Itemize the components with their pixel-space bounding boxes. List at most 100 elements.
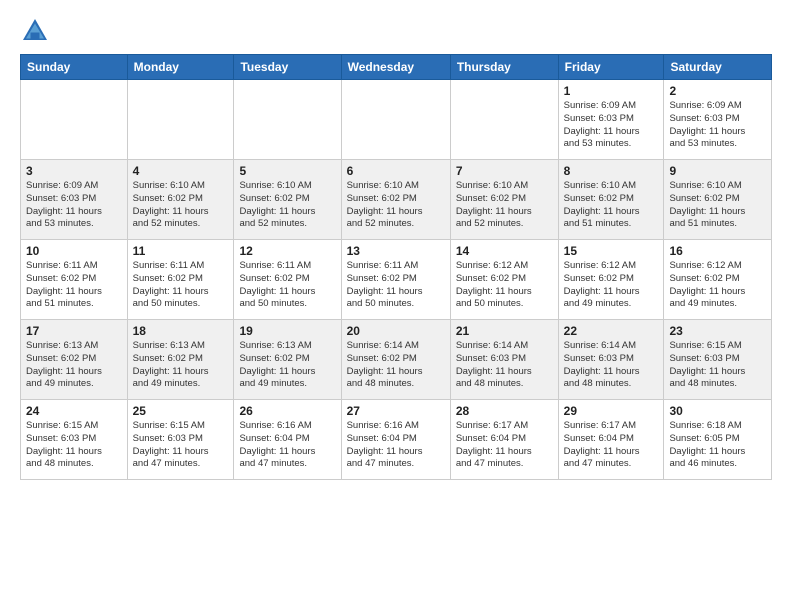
day-number: 21 — [456, 324, 553, 338]
day-number: 1 — [564, 84, 659, 98]
calendar-cell-week5-day4: 28 Sunrise: 6:17 AM Sunset: 6:04 PM Dayli… — [450, 400, 558, 480]
day-info: Sunrise: 6:09 AM Sunset: 6:03 PM Dayligh… — [669, 100, 766, 151]
calendar-cell-week5-day2: 26 Sunrise: 6:16 AM Sunset: 6:04 PM Dayli… — [234, 400, 341, 480]
day-info: Sunrise: 6:10 AM Sunset: 6:02 PM Dayligh… — [564, 180, 659, 231]
calendar-cell-week3-day1: 11 Sunrise: 6:11 AM Sunset: 6:02 PM Dayli… — [127, 240, 234, 320]
day-number: 19 — [239, 324, 335, 338]
day-info: Sunrise: 6:17 AM Sunset: 6:04 PM Dayligh… — [456, 420, 553, 471]
day-info: Sunrise: 6:14 AM Sunset: 6:03 PM Dayligh… — [564, 340, 659, 391]
calendar-cell-week2-day2: 5Sunrise: 6:10 AM Sunset: 6:02 PM Daylig… — [234, 160, 341, 240]
calendar-cell-week2-day6: 9 Sunrise: 6:10 AM Sunset: 6:02 PM Daylig… — [664, 160, 772, 240]
day-number: 9 — [669, 164, 766, 178]
calendar-cell-week4-day0: 17 Sunrise: 6:13 AM Sunset: 6:02 PM Dayli… — [21, 320, 128, 400]
day-number: 4 — [133, 164, 229, 178]
calendar-week-3: 10 Sunrise: 6:11 AM Sunset: 6:02 PM Dayli… — [21, 240, 772, 320]
calendar-cell-week5-day5: 29 Sunrise: 6:17 AM Sunset: 6:04 PM Dayli… — [558, 400, 664, 480]
day-number: 3 — [26, 164, 122, 178]
calendar-cell-week5-day0: 24 Sunrise: 6:15 AM Sunset: 6:03 PM Dayli… — [21, 400, 128, 480]
day-info: Sunrise: 6:14 AM Sunset: 6:02 PM Dayligh… — [347, 340, 445, 391]
day-number: 20 — [347, 324, 445, 338]
day-info: Sunrise: 6:15 AM Sunset: 6:03 PM Dayligh… — [669, 340, 766, 391]
day-info: Sunrise: 6:10 AM Sunset: 6:02 PM Dayligh… — [347, 180, 445, 231]
calendar-cell-week3-day3: 13Sunrise: 6:11 AM Sunset: 6:02 PM Dayli… — [341, 240, 450, 320]
calendar-cell-week1-day3 — [341, 80, 450, 160]
weekday-header-sunday: Sunday — [21, 55, 128, 80]
day-info: Sunrise: 6:13 AM Sunset: 6:02 PM Dayligh… — [239, 340, 335, 391]
day-info: Sunrise: 6:10 AM Sunset: 6:02 PM Dayligh… — [456, 180, 553, 231]
calendar-cell-week3-day5: 15 Sunrise: 6:12 AM Sunset: 6:02 PM Dayli… — [558, 240, 664, 320]
weekday-header-tuesday: Tuesday — [234, 55, 341, 80]
day-number: 18 — [133, 324, 229, 338]
day-info: Sunrise: 6:15 AM Sunset: 6:03 PM Dayligh… — [133, 420, 229, 471]
calendar-week-1: 1 Sunrise: 6:09 AM Sunset: 6:03 PM Daylig… — [21, 80, 772, 160]
calendar-week-5: 24 Sunrise: 6:15 AM Sunset: 6:03 PM Dayli… — [21, 400, 772, 480]
calendar-cell-week3-day2: 12 Sunrise: 6:11 AM Sunset: 6:02 PM Dayli… — [234, 240, 341, 320]
calendar-cell-week4-day6: 23 Sunrise: 6:15 AM Sunset: 6:03 PM Dayli… — [664, 320, 772, 400]
day-number: 28 — [456, 404, 553, 418]
day-info: Sunrise: 6:09 AM Sunset: 6:03 PM Dayligh… — [564, 100, 659, 151]
day-info: Sunrise: 6:11 AM Sunset: 6:02 PM Dayligh… — [347, 260, 445, 311]
calendar-cell-week3-day4: 14 Sunrise: 6:12 AM Sunset: 6:02 PM Dayli… — [450, 240, 558, 320]
calendar-cell-week2-day4: 7 Sunrise: 6:10 AM Sunset: 6:02 PM Daylig… — [450, 160, 558, 240]
calendar-cell-week3-day0: 10 Sunrise: 6:11 AM Sunset: 6:02 PM Dayli… — [21, 240, 128, 320]
calendar-cell-week4-day1: 18 Sunrise: 6:13 AM Sunset: 6:02 PM Dayli… — [127, 320, 234, 400]
day-number: 7 — [456, 164, 553, 178]
day-number: 17 — [26, 324, 122, 338]
weekday-header-wednesday: Wednesday — [341, 55, 450, 80]
day-number: 16 — [669, 244, 766, 258]
day-number: 27 — [347, 404, 445, 418]
day-info: Sunrise: 6:10 AM Sunset: 6:02 PM Dayligh… — [133, 180, 229, 231]
calendar-cell-week2-day1: 4 Sunrise: 6:10 AM Sunset: 6:02 PM Daylig… — [127, 160, 234, 240]
logo-icon — [20, 16, 50, 46]
weekday-header-friday: Friday — [558, 55, 664, 80]
day-info: Sunrise: 6:16 AM Sunset: 6:04 PM Dayligh… — [347, 420, 445, 471]
page: SundayMondayTuesdayWednesdayThursdayFrid… — [0, 0, 792, 500]
day-info: Sunrise: 6:11 AM Sunset: 6:02 PM Dayligh… — [133, 260, 229, 311]
calendar-cell-week1-day4 — [450, 80, 558, 160]
day-number: 2 — [669, 84, 766, 98]
day-number: 23 — [669, 324, 766, 338]
weekday-header-saturday: Saturday — [664, 55, 772, 80]
day-info: Sunrise: 6:17 AM Sunset: 6:04 PM Dayligh… — [564, 420, 659, 471]
day-number: 5 — [239, 164, 335, 178]
day-number: 22 — [564, 324, 659, 338]
day-info: Sunrise: 6:12 AM Sunset: 6:02 PM Dayligh… — [564, 260, 659, 311]
day-number: 29 — [564, 404, 659, 418]
calendar-cell-week5-day1: 25Sunrise: 6:15 AM Sunset: 6:03 PM Dayli… — [127, 400, 234, 480]
calendar-week-2: 3Sunrise: 6:09 AM Sunset: 6:03 PM Daylig… — [21, 160, 772, 240]
logo — [20, 16, 54, 46]
header — [20, 16, 772, 46]
day-info: Sunrise: 6:15 AM Sunset: 6:03 PM Dayligh… — [26, 420, 122, 471]
day-info: Sunrise: 6:11 AM Sunset: 6:02 PM Dayligh… — [26, 260, 122, 311]
day-number: 14 — [456, 244, 553, 258]
day-info: Sunrise: 6:12 AM Sunset: 6:02 PM Dayligh… — [669, 260, 766, 311]
calendar-table: SundayMondayTuesdayWednesdayThursdayFrid… — [20, 54, 772, 480]
calendar-cell-week1-day5: 1 Sunrise: 6:09 AM Sunset: 6:03 PM Daylig… — [558, 80, 664, 160]
calendar-cell-week2-day0: 3Sunrise: 6:09 AM Sunset: 6:03 PM Daylig… — [21, 160, 128, 240]
calendar-cell-week1-day1 — [127, 80, 234, 160]
calendar-cell-week4-day3: 20 Sunrise: 6:14 AM Sunset: 6:02 PM Dayli… — [341, 320, 450, 400]
calendar-cell-week2-day5: 8 Sunrise: 6:10 AM Sunset: 6:02 PM Daylig… — [558, 160, 664, 240]
day-number: 8 — [564, 164, 659, 178]
day-info: Sunrise: 6:16 AM Sunset: 6:04 PM Dayligh… — [239, 420, 335, 471]
day-number: 24 — [26, 404, 122, 418]
day-number: 12 — [239, 244, 335, 258]
calendar-cell-week1-day0 — [21, 80, 128, 160]
calendar-cell-week1-day2 — [234, 80, 341, 160]
day-number: 11 — [133, 244, 229, 258]
day-number: 6 — [347, 164, 445, 178]
calendar-cell-week5-day3: 27 Sunrise: 6:16 AM Sunset: 6:04 PM Dayli… — [341, 400, 450, 480]
day-info: Sunrise: 6:12 AM Sunset: 6:02 PM Dayligh… — [456, 260, 553, 311]
weekday-header-monday: Monday — [127, 55, 234, 80]
calendar-cell-week1-day6: 2 Sunrise: 6:09 AM Sunset: 6:03 PM Daylig… — [664, 80, 772, 160]
day-info: Sunrise: 6:13 AM Sunset: 6:02 PM Dayligh… — [133, 340, 229, 391]
calendar-cell-week3-day6: 16 Sunrise: 6:12 AM Sunset: 6:02 PM Dayli… — [664, 240, 772, 320]
day-info: Sunrise: 6:14 AM Sunset: 6:03 PM Dayligh… — [456, 340, 553, 391]
calendar-cell-week4-day5: 22 Sunrise: 6:14 AM Sunset: 6:03 PM Dayli… — [558, 320, 664, 400]
day-number: 10 — [26, 244, 122, 258]
day-info: Sunrise: 6:13 AM Sunset: 6:02 PM Dayligh… — [26, 340, 122, 391]
day-number: 15 — [564, 244, 659, 258]
day-number: 26 — [239, 404, 335, 418]
day-info: Sunrise: 6:11 AM Sunset: 6:02 PM Dayligh… — [239, 260, 335, 311]
day-info: Sunrise: 6:10 AM Sunset: 6:02 PM Dayligh… — [669, 180, 766, 231]
